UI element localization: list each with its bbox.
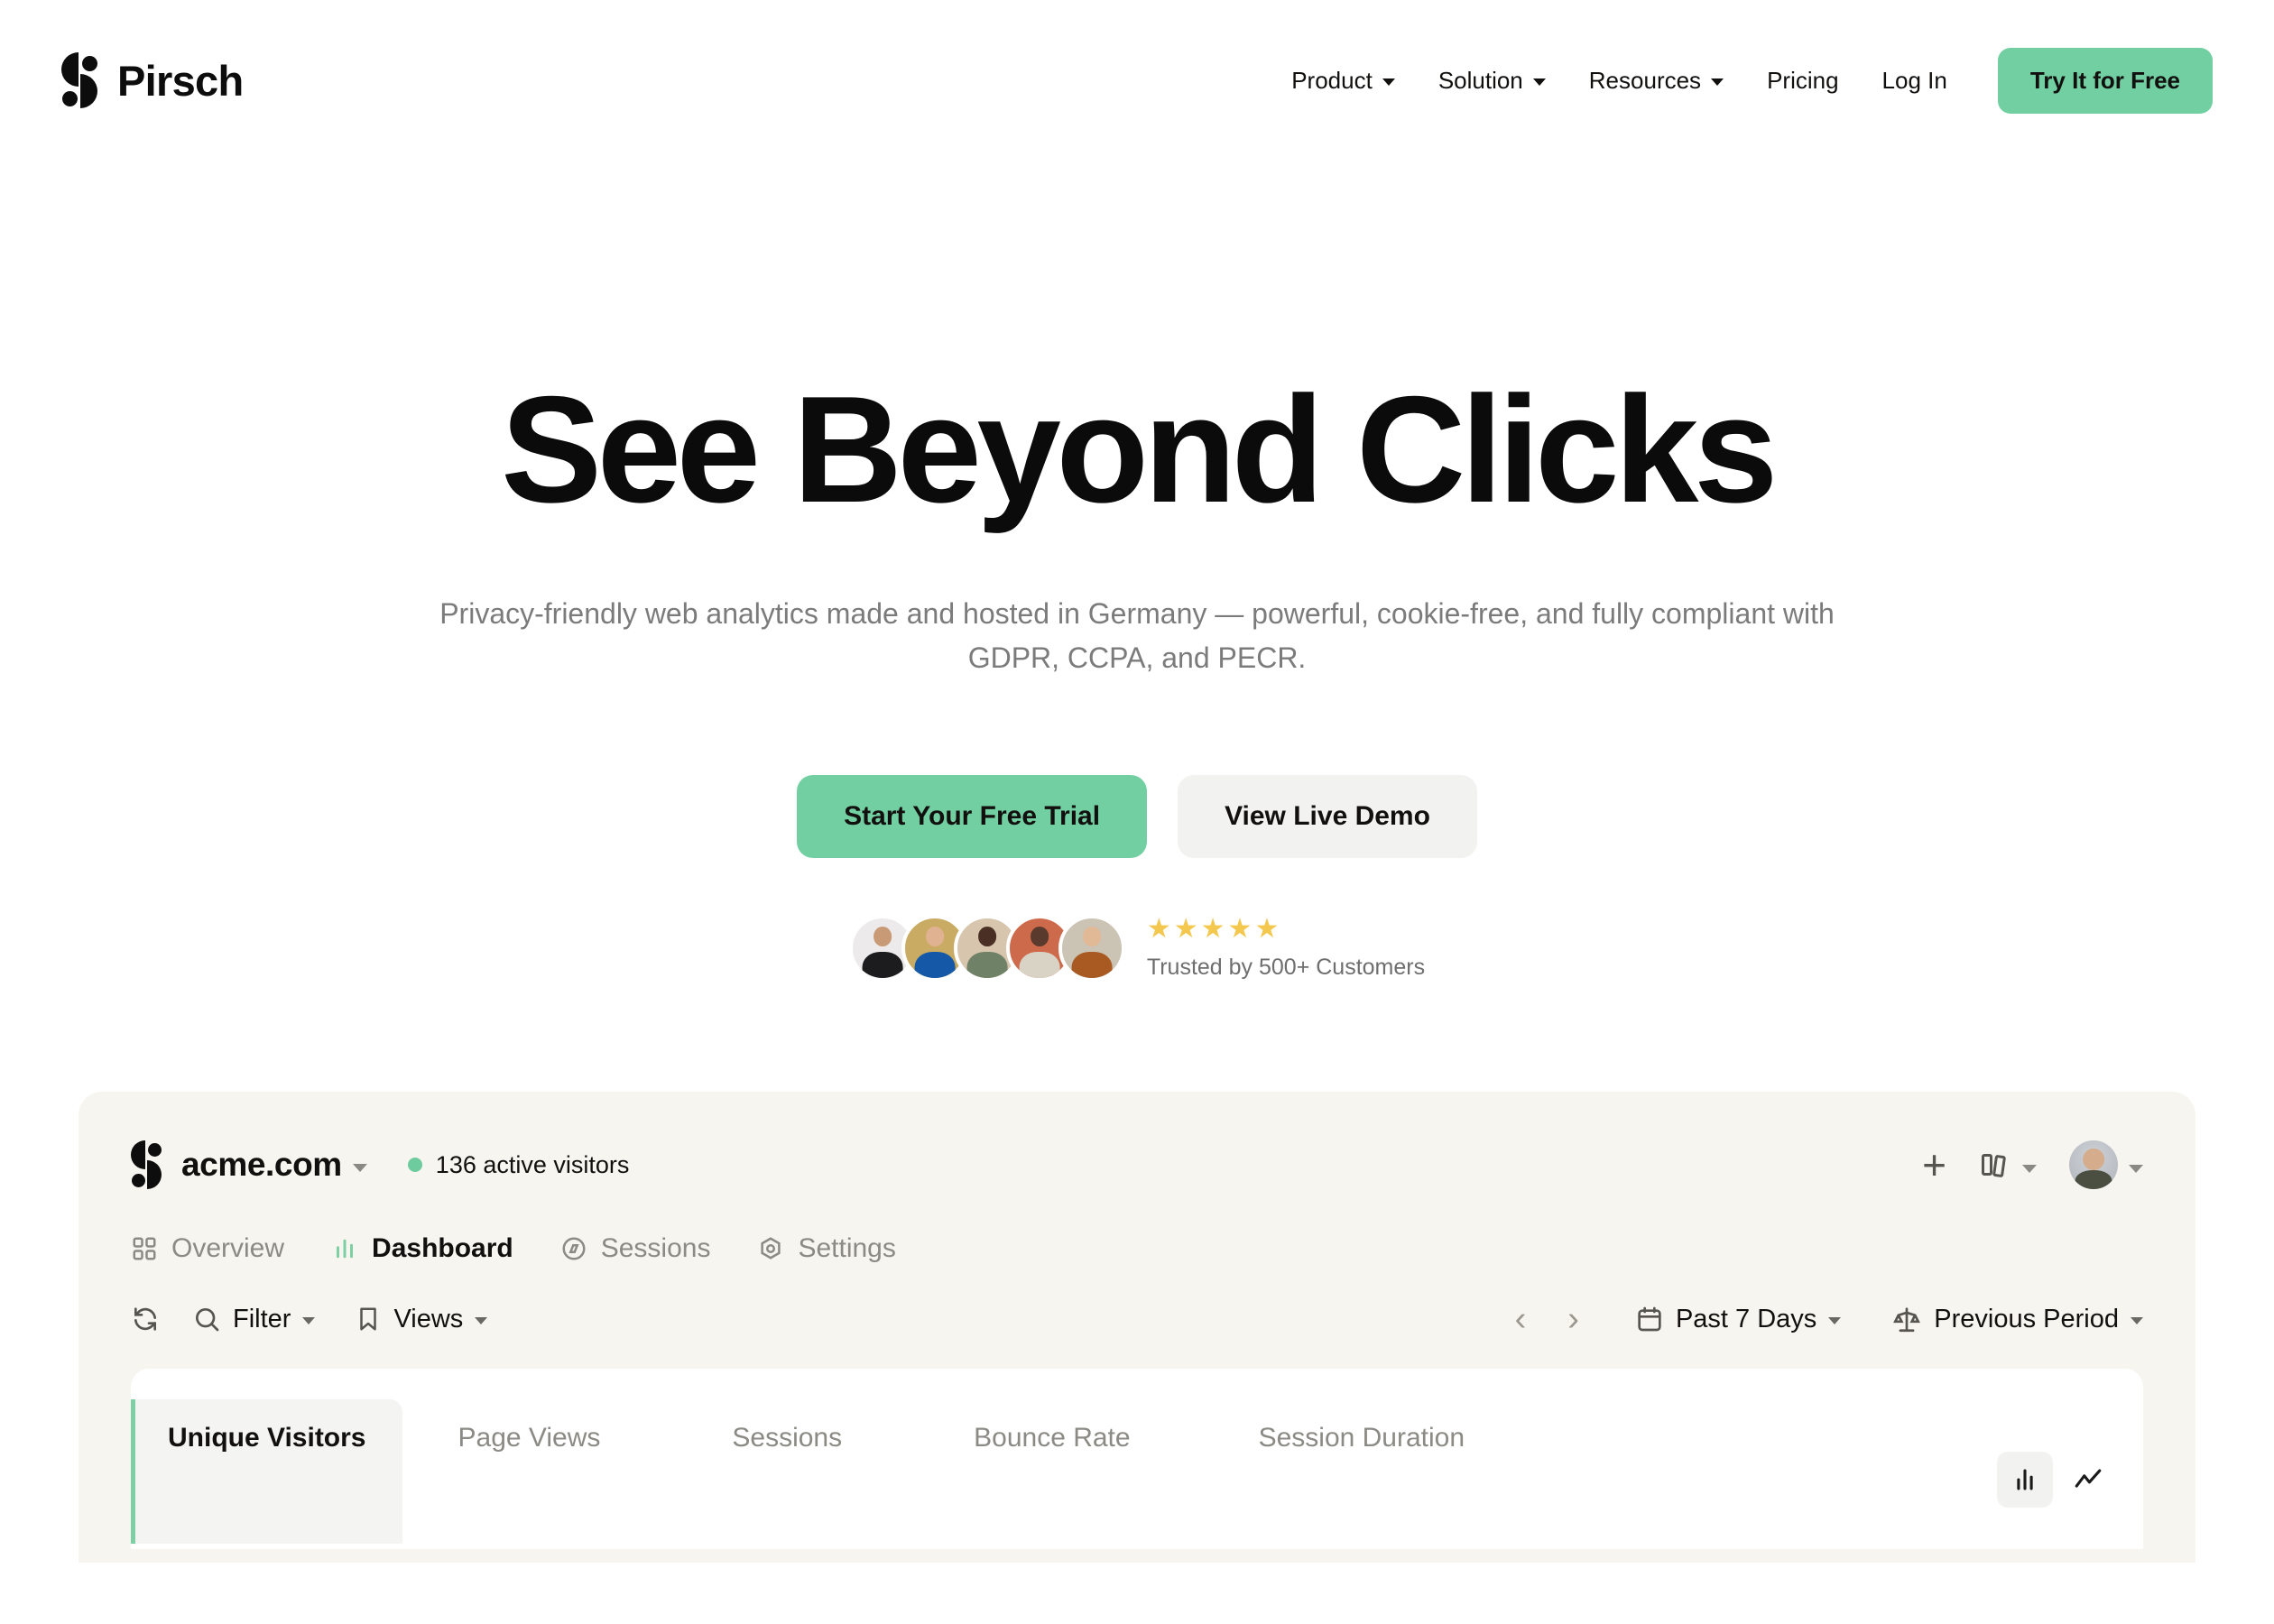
metric-tab-row: Unique Visitors Page Views Sessions Boun… [131,1399,2143,1545]
metric-label: Page Views [458,1423,601,1453]
chevron-down-icon [2022,1164,2037,1173]
customer-avatar-group [848,915,1125,983]
comparison-dropdown[interactable]: Previous Period [1891,1304,2143,1334]
nav-item-pricing[interactable]: Pricing [1745,58,1860,104]
tab-settings[interactable]: Settings [757,1233,896,1264]
social-proof: ★★★★★ Trusted by 500+ Customers [0,915,2274,983]
metrics-panel: Unique Visitors Page Views Sessions Boun… [131,1369,2143,1550]
trusted-by-label: Trusted by 500+ Customers [1146,955,1426,981]
avatar [1058,915,1125,983]
view-live-demo-button[interactable]: View Live Demo [1178,775,1477,859]
metric-tab-page-views[interactable]: Page Views [426,1399,637,1544]
nav-item-label: Solution [1437,66,1523,94]
site-selector-label[interactable]: acme.com [181,1146,342,1184]
metric-label: Bounce Rate [974,1423,1131,1453]
pirsch-logo-icon [61,52,97,108]
tab-label: Overview [171,1233,285,1264]
metric-tab-sessions[interactable]: Sessions [699,1399,878,1544]
chevron-down-icon[interactable] [352,1163,367,1172]
tab-overview[interactable]: Overview [131,1233,284,1264]
filter-label: Filter [233,1304,291,1333]
nav-item-label: Log In [1881,66,1947,94]
hero-heading: See Beyond Clicks [501,364,1778,534]
top-navigation-bar: Pirsch Product Solution Resources Pricin… [0,0,2274,161]
refresh-icon[interactable] [131,1305,160,1333]
account-menu[interactable] [2069,1140,2143,1190]
date-controls: ‹ › Past 7 Days Previous Period [1508,1302,2143,1336]
views-dropdown[interactable]: Views [355,1304,488,1334]
dashboard-header: acme.com 136 active visitors + [131,1140,2143,1190]
avatar [2069,1140,2118,1190]
dashboard-toolbar: Filter Views ‹ › Past 7 Days Previous Pe… [131,1302,2143,1336]
dashboard-preview-wrapper: acme.com 136 active visitors + Overview … [0,1092,2274,1564]
tab-label: Settings [798,1233,896,1264]
metric-tab-bounce-rate[interactable]: Bounce Rate [941,1399,1166,1544]
active-visitors-label: 136 active visitors [435,1150,630,1178]
try-for-free-button[interactable]: Try It for Free [1997,47,2213,114]
hero-section: See Beyond Clicks Privacy-friendly web a… [0,161,2274,983]
nav-item-login[interactable]: Log In [1861,58,1969,104]
tab-dashboard[interactable]: Dashboard [331,1233,513,1264]
metric-label: Session Duration [1258,1423,1465,1453]
metric-label: Sessions [732,1423,843,1453]
next-period-arrow[interactable]: › [1560,1302,1586,1336]
tab-label: Sessions [600,1233,711,1264]
active-visitors-indicator: 136 active visitors [407,1150,630,1179]
live-status-dot [407,1158,422,1173]
rating-stars: ★★★★★ [1146,914,1282,945]
pirsch-logo-icon [131,1140,162,1190]
previous-period-arrow[interactable]: ‹ [1508,1302,1534,1336]
tab-label: Dashboard [372,1233,513,1264]
nav-item-product[interactable]: Product [1270,58,1417,104]
line-chart-toggle[interactable] [2060,1452,2116,1508]
chevron-down-icon [1382,78,1395,86]
dashboard-header-actions: + [1922,1140,2143,1190]
nav-item-solution[interactable]: Solution [1417,58,1567,104]
tab-sessions[interactable]: Sessions [560,1233,711,1264]
date-range-dropdown[interactable]: Past 7 Days [1635,1304,1842,1334]
views-label: Views [393,1304,464,1333]
brand-name: Pirsch [117,56,244,105]
nav-item-resources[interactable]: Resources [1567,58,1745,104]
metric-tab-session-duration[interactable]: Session Duration [1226,1399,1501,1544]
dashboard-card: acme.com 136 active visitors + Overview … [79,1092,2195,1564]
date-range-label: Past 7 Days [1675,1304,1817,1333]
dashboard-section-tabs: Overview Dashboard Sessions Settings [131,1233,2143,1264]
columns-icon[interactable] [1979,1149,2037,1181]
nav-links: Product Solution Resources Pricing Log I… [1270,47,2213,114]
filter-dropdown[interactable]: Filter [192,1304,316,1334]
start-free-trial-button[interactable]: Start Your Free Trial [797,775,1148,859]
chevron-down-icon [2129,1164,2143,1173]
nav-item-label: Pricing [1767,66,1839,94]
chevron-down-icon [1828,1316,1842,1324]
nav-item-label: Resources [1588,66,1702,94]
chevron-down-icon [1532,78,1546,86]
comparison-label: Previous Period [1934,1304,2119,1333]
nav-item-label: Product [1291,66,1373,94]
chevron-down-icon [1711,78,1724,86]
metric-tab-unique-visitors[interactable]: Unique Visitors [131,1399,402,1545]
proof-text: ★★★★★ Trusted by 500+ Customers [1147,916,1425,981]
hero-cta-group: Start Your Free Trial View Live Demo [0,775,2274,859]
brand-logo-link[interactable]: Pirsch [61,52,244,108]
chevron-down-icon [475,1316,488,1324]
metric-label: Unique Visitors [168,1423,366,1453]
chevron-down-icon [2131,1316,2143,1324]
hero-subheading: Privacy-friendly web analytics made and … [439,597,1835,674]
chevron-down-icon [302,1316,316,1324]
bar-chart-toggle[interactable] [1997,1452,2053,1509]
chart-type-toggle [1997,1399,2143,1544]
add-icon[interactable]: + [1922,1144,1946,1186]
